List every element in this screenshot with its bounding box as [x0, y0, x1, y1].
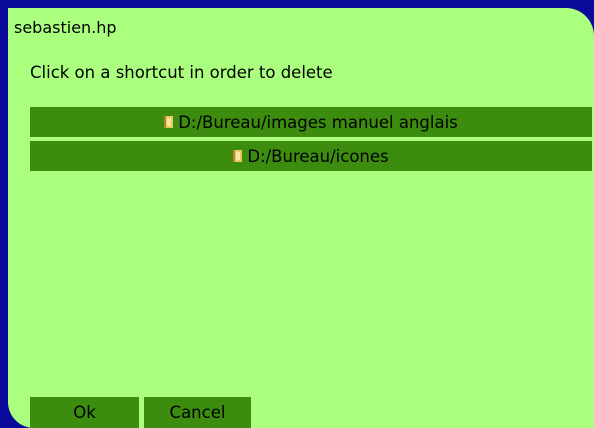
window-title: sebastien.hp	[14, 18, 117, 37]
ok-button[interactable]: Ok	[30, 397, 139, 428]
shortcut-label: D:/Bureau/images manuel anglais	[178, 112, 458, 132]
instruction-text: Click on a shortcut in order to delete	[30, 63, 333, 82]
delete-shortcut-dialog: sebastien.hp Click on a shortcut in orde…	[8, 8, 594, 428]
cancel-button[interactable]: Cancel	[144, 397, 251, 428]
shortcut-item-images-manuel-anglais[interactable]: D:/Bureau/images manuel anglais	[30, 107, 592, 137]
folder-icon	[233, 150, 243, 162]
shortcut-item-icones[interactable]: D:/Bureau/icones	[30, 141, 592, 171]
folder-icon	[164, 116, 174, 128]
shortcut-list: D:/Bureau/images manuel anglais D:/Burea…	[30, 107, 592, 175]
shortcut-label: D:/Bureau/icones	[247, 146, 389, 166]
